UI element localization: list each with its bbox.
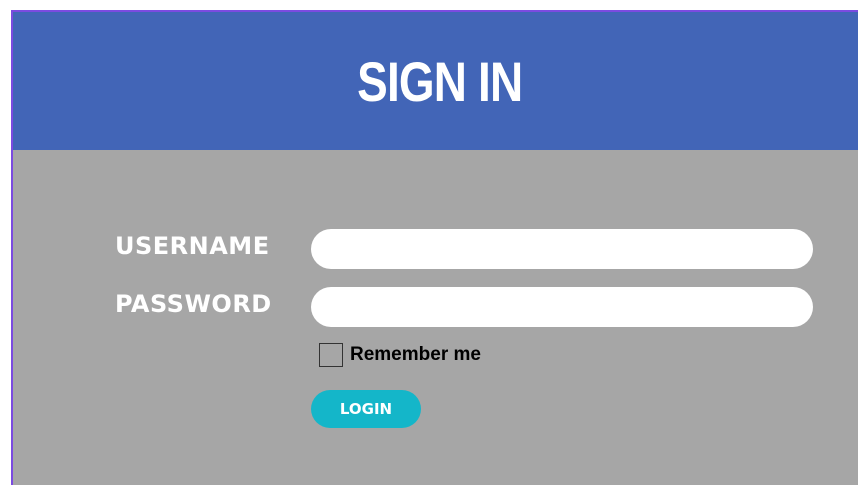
remember-me-row[interactable]: Remember me: [319, 343, 481, 367]
username-field[interactable]: [311, 229, 813, 269]
username-label: USERNAME: [115, 232, 270, 260]
login-form: USERNAME PASSWORD Remember me LOGIN: [13, 150, 858, 485]
header-bar: SIGN IN: [13, 12, 858, 150]
page-title: SIGN IN: [356, 49, 523, 113]
password-label: PASSWORD: [115, 290, 272, 318]
remember-me-checkbox[interactable]: [319, 343, 343, 367]
remember-me-label[interactable]: Remember me: [350, 344, 481, 366]
login-button[interactable]: LOGIN: [311, 390, 421, 428]
password-field[interactable]: [311, 287, 813, 327]
sign-in-panel: SIGN IN USERNAME PASSWORD Remember me LO…: [11, 10, 858, 485]
